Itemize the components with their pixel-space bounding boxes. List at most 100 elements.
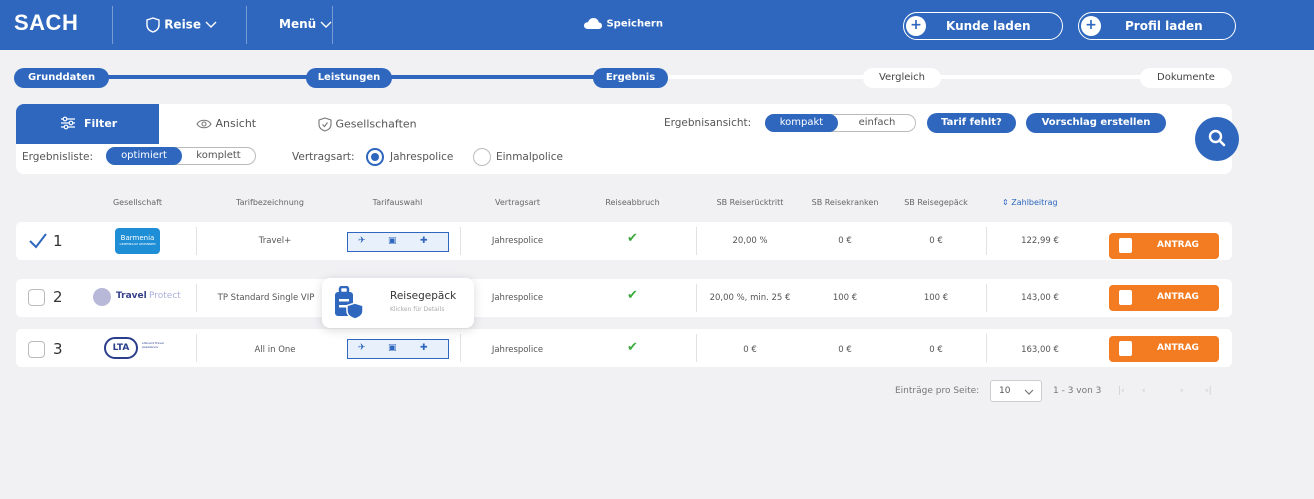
- reiseabbruch-check-icon: ✔: [627, 231, 638, 246]
- col-zahlbeitrag[interactable]: ⇕ Zahlbeitrag: [1002, 198, 1092, 207]
- ergebnisliste-komplett[interactable]: komplett: [182, 148, 255, 164]
- divider: [696, 227, 697, 255]
- antrag-button[interactable]: ANTRAG: [1109, 233, 1219, 259]
- col-zahlbeitrag-label: Zahlbeitrag: [1011, 198, 1058, 207]
- step-ergebnis[interactable]: Ergebnis: [593, 68, 668, 88]
- first-page-button[interactable]: |‹: [1118, 386, 1125, 396]
- col-sb-reisegepaeck[interactable]: SB Reisegepäck: [896, 198, 976, 207]
- cloud-icon: [584, 18, 602, 29]
- row-number: 2: [53, 288, 63, 306]
- chevron-down-icon: [1024, 389, 1034, 395]
- col-sb-reiseruecktritt[interactable]: SB Reiserücktritt: [700, 198, 800, 207]
- step-grunddaten[interactable]: Grunddaten: [14, 68, 109, 88]
- sb-reisegepaeck-value: 0 €: [929, 236, 943, 246]
- row-checkbox[interactable]: [28, 232, 47, 249]
- pdf-icon: [1119, 290, 1132, 305]
- divider: [986, 227, 987, 255]
- tarif-name: Travel+: [258, 236, 292, 246]
- tooltip-title: Reisegepäck: [390, 290, 457, 302]
- reisegepaeck-tooltip[interactable]: Reisegepäck Klicken für Details: [322, 278, 474, 328]
- entries-per-page-value: 10: [999, 386, 1011, 396]
- row-checkbox[interactable]: [28, 341, 45, 358]
- tarif-fehlt-button[interactable]: Tarif fehlt?: [927, 113, 1016, 133]
- reiseabbruch-check-icon: ✔: [627, 340, 638, 355]
- search-button[interactable]: [1195, 117, 1239, 161]
- prev-page-button[interactable]: ‹: [1142, 386, 1146, 396]
- col-tarifbezeichnung[interactable]: Tarifbezeichnung: [210, 198, 330, 207]
- entries-per-page-label: Einträge pro Seite:: [895, 386, 980, 396]
- logo-sub: GEMEINSAM GEWINNEN: [119, 242, 156, 246]
- shield-icon: [146, 17, 160, 33]
- vertragsart-value: Jahrespolice: [491, 345, 544, 355]
- col-tarifauswahl[interactable]: Tarifauswahl: [345, 198, 450, 207]
- save-label: Speichern: [606, 18, 663, 30]
- zahlbeitrag-value: 122,99 €: [1021, 236, 1059, 246]
- antrag-button[interactable]: ANTRAG: [1109, 285, 1219, 311]
- menu-dropdown[interactable]: Menü: [279, 17, 332, 31]
- col-sb-reisekranken[interactable]: SB Reisekranken: [800, 198, 890, 207]
- tab-gesellschaften-label: Gesellschaften: [335, 117, 417, 131]
- tab-filter-label: Filter: [84, 117, 118, 130]
- lta-logo: LTA Lifecard Travel Assistance: [104, 337, 174, 359]
- divider: [986, 284, 987, 312]
- col-reiseabbruch[interactable]: Reiseabbruch: [590, 198, 675, 207]
- antrag-label: ANTRAG: [1157, 292, 1199, 302]
- plane-icon: ✈: [358, 236, 366, 246]
- zahlbeitrag-value: 143,00 €: [1021, 293, 1059, 303]
- tab-ansicht-label: Ansicht: [215, 117, 257, 130]
- tarif-name: All in One: [254, 345, 296, 355]
- col-gesellschaft[interactable]: Gesellschaft: [100, 198, 175, 207]
- step-dokumente[interactable]: Dokumente: [1140, 68, 1232, 88]
- step-vergleich[interactable]: Vergleich: [863, 68, 941, 88]
- sb-reiseruecktritt-value: 20,00 %: [732, 236, 768, 246]
- tab-ansicht[interactable]: Ansicht: [196, 117, 256, 130]
- vorschlag-erstellen-button[interactable]: Vorschlag erstellen: [1026, 113, 1166, 133]
- reiseabbruch-check-icon: ✔: [627, 288, 638, 303]
- tab-gesellschaften[interactable]: Gesellschaften: [318, 117, 417, 132]
- ergebnisansicht-toggle: kompakt einfach: [765, 114, 916, 132]
- sb-reisekranken-value: 0 €: [838, 236, 852, 246]
- plus-icon: +: [1081, 16, 1101, 36]
- next-page-button[interactable]: ›: [1180, 386, 1184, 396]
- tarifauswahl-group[interactable]: ✈ ▣ ✚: [347, 232, 449, 252]
- tarifauswahl-group[interactable]: ✈ ▣ ✚: [347, 339, 449, 359]
- radio-einmalpolice[interactable]: Einmalpolice: [473, 148, 573, 166]
- row-checkbox[interactable]: [28, 289, 45, 306]
- profil-laden-button[interactable]: + Profil laden: [1078, 12, 1236, 40]
- divider: [246, 6, 247, 44]
- step-leistungen[interactable]: Leistungen: [306, 68, 392, 88]
- barmenia-logo: Barmenia GEMEINSAM GEWINNEN: [115, 228, 160, 254]
- divider: [460, 334, 461, 362]
- save-button[interactable]: Speichern: [583, 17, 663, 30]
- sb-reiseruecktritt-value: 0 €: [743, 345, 757, 355]
- kunde-laden-button[interactable]: + Kunde laden: [903, 12, 1063, 40]
- search-icon: [1208, 129, 1226, 147]
- logo-text: Barmenia: [120, 234, 155, 242]
- vertragsart-value: Jahrespolice: [491, 236, 544, 246]
- chevron-down-icon: [205, 21, 217, 28]
- app-logo[interactable]: SACH: [14, 10, 78, 36]
- radio-selected-icon: [366, 148, 384, 166]
- tab-filter[interactable]: Filter: [16, 104, 159, 144]
- reise-menu[interactable]: Reise: [146, 17, 217, 33]
- radio-jahrespolice[interactable]: Jahrespolice: [366, 148, 474, 166]
- zahlbeitrag-value: 163,00 €: [1021, 345, 1059, 355]
- divider: [332, 6, 333, 44]
- col-vertragsart[interactable]: Vertragsart: [475, 198, 560, 207]
- radio-unselected-icon: [473, 148, 491, 166]
- divider: [196, 284, 197, 312]
- divider: [196, 334, 197, 362]
- chevron-down-icon: [320, 21, 332, 28]
- ergebnisansicht-kompakt[interactable]: kompakt: [765, 114, 838, 132]
- ergebnisansicht-einfach[interactable]: einfach: [839, 115, 915, 131]
- luggage-icon: ▣: [388, 343, 397, 353]
- ergebnisansicht-label: Ergebnisansicht:: [664, 117, 752, 129]
- sb-reisegepaeck-value: 100 €: [923, 293, 949, 303]
- last-page-button[interactable]: ›|: [1205, 386, 1212, 396]
- sb-reisegepaeck-value: 0 €: [929, 345, 943, 355]
- entries-per-page-select[interactable]: 10: [990, 380, 1042, 402]
- ergebnisliste-optimiert[interactable]: optimiert: [106, 147, 182, 165]
- divider: [986, 334, 987, 362]
- antrag-label: ANTRAG: [1157, 343, 1199, 353]
- antrag-button[interactable]: ANTRAG: [1109, 336, 1219, 362]
